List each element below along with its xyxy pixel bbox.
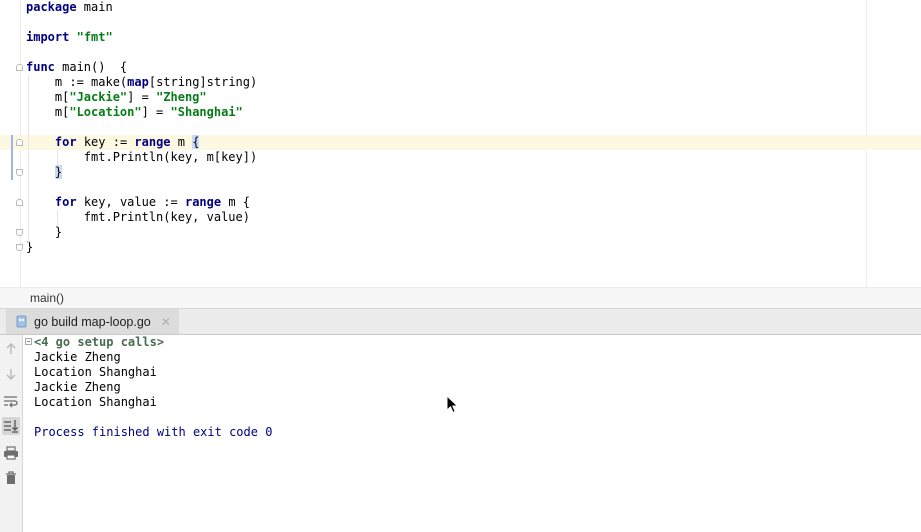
code-token: fmt.Println(key, value) [26,210,250,224]
fold-for-loop-icon[interactable] [16,199,23,206]
console-output-line: Jackie Zheng [34,350,121,364]
code-line[interactable]: m["Jackie"] = "Zheng" [0,90,921,105]
code-keyword: map [127,75,149,89]
code-line-text: m["Location"] = "Shanghai" [26,105,243,120]
code-line[interactable]: fmt.Println(key, value) [0,210,921,225]
code-line[interactable] [0,120,921,135]
code-keyword: for [54,195,77,209]
code-line-text: } [26,225,62,240]
code-token: key, value := [76,195,185,209]
breadcrumb-item-main[interactable]: main() [30,291,64,305]
console-output-line: Jackie Zheng [34,380,121,394]
down-arrow-icon[interactable] [2,365,20,383]
code-line[interactable]: package main [0,0,921,15]
code-line-text: import "fmt" [26,30,113,45]
code-line[interactable] [0,15,921,30]
console-output-line: Location Shanghai [34,395,157,409]
change-marker[interactable] [11,135,13,180]
code-token: m := make( [26,75,128,89]
code-line-text: m := make(map[string]string) [26,75,257,90]
code-token: ] = [127,90,157,104]
matched-brace: } [54,165,63,179]
code-line-text: package main [26,0,113,15]
code-token: m[ [26,105,70,119]
code-token: m { [221,195,250,209]
print-icon[interactable] [2,444,20,462]
setup-calls-folded[interactable]: <4 go setup calls> [34,335,164,350]
run-toolbar [0,335,23,532]
code-token: key := [76,135,135,149]
code-token: fmt.Println(key, m[key]) [26,150,258,164]
code-token: [string]string) [148,75,258,89]
code-line-text: m["Jackie"] = "Zheng" [26,90,207,105]
expand-setup-calls-icon[interactable] [25,338,32,345]
code-token: m [170,135,193,149]
code-line-text: func main() { [26,60,127,75]
code-token: main [76,0,113,14]
go-run-config-icon [16,315,28,328]
code-editor[interactable]: package main import "fmt" func main() { m … [0,0,921,287]
code-line[interactable]: for key := range m { [0,135,921,150]
code-keyword: func [26,60,55,74]
code-line[interactable]: fmt.Println(key, m[key]) [0,150,921,165]
code-line[interactable] [0,45,921,60]
code-line[interactable]: func main() { [0,60,921,75]
scroll-to-end-icon[interactable] [2,417,20,435]
fold-end-icon[interactable] [16,169,23,176]
code-line[interactable] [0,180,921,195]
run-tabbar: go build map-loop.go ✕ [0,309,921,335]
code-token: } [26,225,63,239]
indent-guide [57,150,58,165]
fold-func-main-icon[interactable] [16,64,23,71]
code-line[interactable]: for key, value := range m { [0,195,921,210]
code-line[interactable]: } [0,165,921,180]
code-line-text: for key := range m { [26,135,200,150]
code-keyword: for [54,135,77,149]
code-string: "Shanghai" [170,105,243,119]
code-token: main() { [54,60,128,74]
trash-icon[interactable] [2,469,20,487]
code-line-text: } [26,165,63,180]
code-token: m[ [26,90,70,104]
code-line[interactable]: } [0,225,921,240]
code-string: "Location" [69,105,142,119]
code-line[interactable]: import "fmt" [0,30,921,45]
fold-end-icon[interactable] [16,244,23,251]
breadcrumb: main() [0,287,921,309]
up-arrow-icon[interactable] [2,340,20,358]
soft-wrap-icon[interactable] [2,392,20,410]
code-line[interactable]: m["Location"] = "Shanghai" [0,105,921,120]
fold-end-icon[interactable] [16,229,23,236]
code-token: ] = [141,105,171,119]
code-line[interactable]: m := make(map[string]string) [0,75,921,90]
code-line[interactable]: } [0,240,921,255]
code-line-text: for key, value := range m { [26,195,250,210]
process-exit-message: Process finished with exit code 0 [34,425,273,439]
matched-brace: { [192,135,200,149]
tab-run-config[interactable]: go build map-loop.go ✕ [6,309,179,334]
code-keyword: range [134,135,171,149]
mouse-cursor-icon [446,394,460,415]
console-output[interactable]: <4 go setup calls> Jackie Zheng Location S… [24,335,921,532]
tab-run-config-label: go build map-loop.go [34,314,151,329]
console-output-line: Location Shanghai [34,365,157,379]
indent-guide [28,75,29,243]
indent-guide [57,210,58,225]
code-keyword: range [184,195,222,209]
code-line-text: fmt.Println(key, value) [26,210,250,225]
code-string: "Zheng" [156,90,207,104]
code-line-text: fmt.Println(key, m[key]) [26,150,257,165]
code-string: "Jackie" [69,90,128,104]
code-keyword: package [26,0,77,14]
close-tab-icon[interactable]: ✕ [161,315,171,329]
code-keyword: import [26,30,70,44]
code-string: "fmt" [76,30,113,44]
fold-for-loop-icon[interactable] [16,139,23,146]
